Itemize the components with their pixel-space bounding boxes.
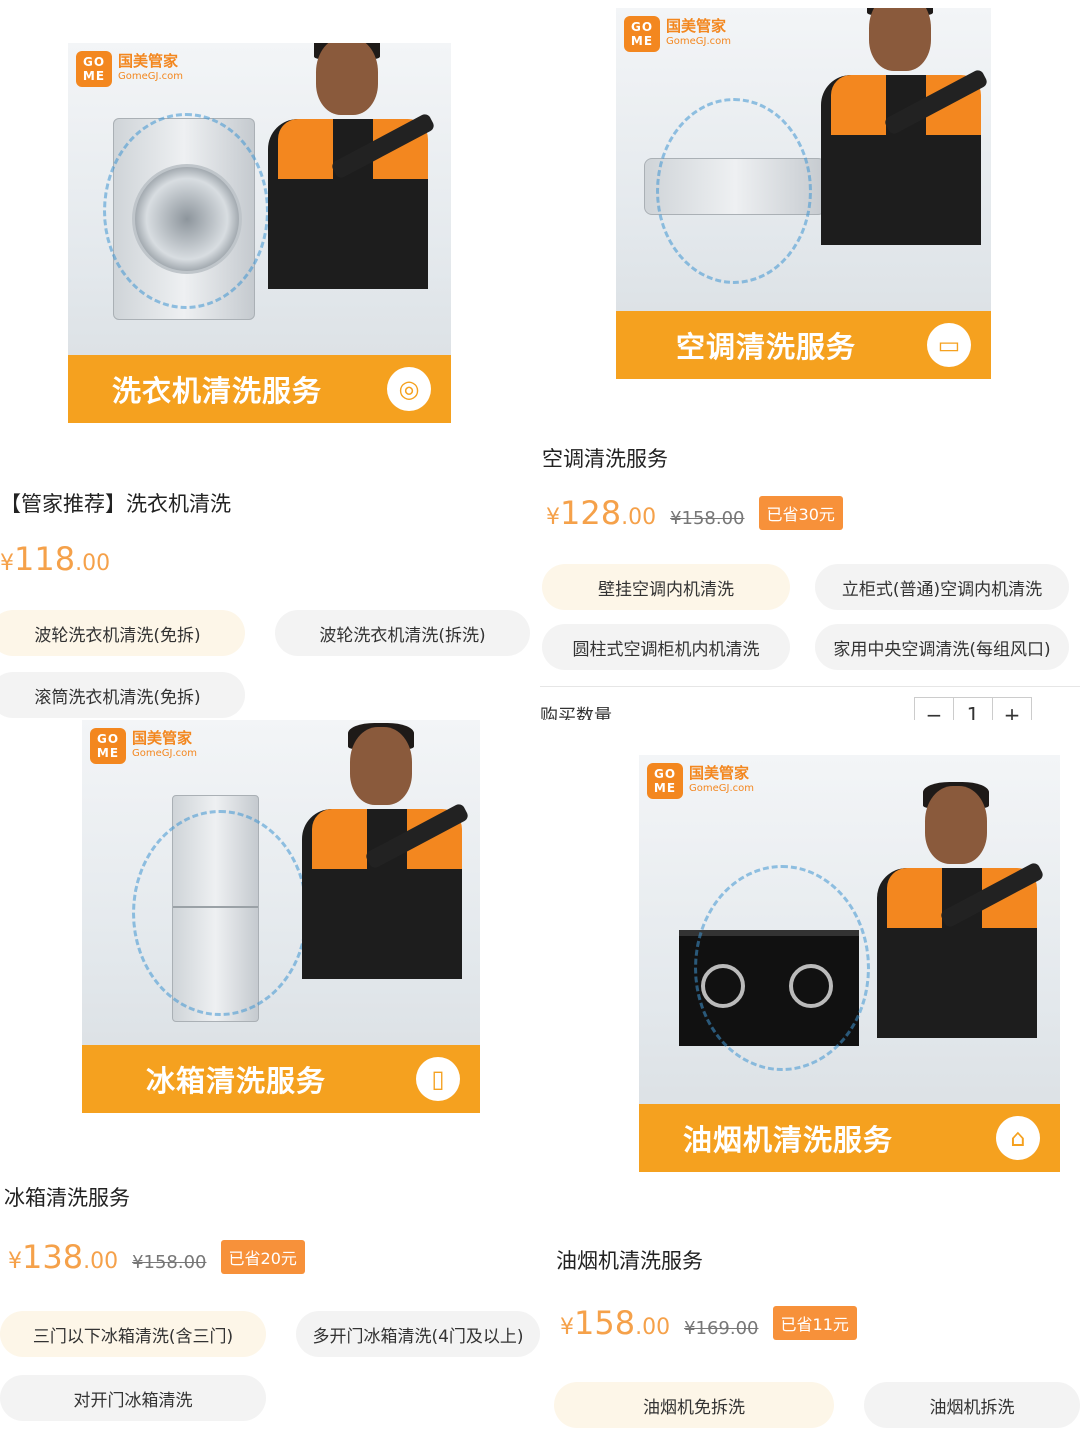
technician-figure bbox=[867, 782, 1047, 1038]
fridge-original-price: ¥158.00 bbox=[132, 1252, 207, 1273]
technician-figure bbox=[292, 723, 472, 979]
hood-price-row: ¥158.00 ¥169.00 已省11元 bbox=[560, 1304, 857, 1342]
washer-banner-image[interactable]: GO ME 国美管家 GomeGJ.com 洗衣机清洗服务 ◎ bbox=[68, 43, 451, 423]
fridge-option-2[interactable]: 对开门冰箱清洗 bbox=[0, 1375, 266, 1421]
fridge-banner-band: 冰箱清洗服务 ▯ bbox=[82, 1045, 480, 1113]
fridge-price-row: ¥138.00 ¥158.00 已省20元 bbox=[8, 1238, 305, 1276]
washer-option-0[interactable]: 波轮洗衣机清洗(免拆) bbox=[0, 610, 245, 656]
ac-option-1[interactable]: 立柜式(普通)空调内机清洗 bbox=[815, 564, 1069, 610]
washer-banner-title: 洗衣机清洗服务 bbox=[112, 374, 323, 408]
hood-banner-band: 油烟机清洗服务 ⌂ bbox=[639, 1104, 1060, 1172]
brand-logo: GO ME 国美管家 GomeGJ.com bbox=[624, 16, 731, 52]
washer-product-title: 【管家推荐】洗衣机清洗 bbox=[0, 492, 231, 516]
brand-badge: GO ME bbox=[624, 16, 660, 52]
brand-badge: GO ME bbox=[647, 763, 683, 799]
fridge-option-0[interactable]: 三门以下冰箱清洗(含三门) bbox=[0, 1311, 266, 1357]
ac-option-0[interactable]: 壁挂空调内机清洗 bbox=[542, 564, 790, 610]
brand-badge: GO ME bbox=[90, 728, 126, 764]
brand-name: 国美管家 bbox=[689, 764, 750, 782]
ac-banner-title: 空调清洗服务 bbox=[676, 330, 857, 364]
washer-icon: ◎ bbox=[387, 367, 431, 411]
hood-price: ¥158.00 bbox=[560, 1304, 671, 1342]
ac-banner-band: 空调清洗服务 ▭ bbox=[616, 311, 991, 379]
ac-quantity-stepper[interactable]: − 1 + bbox=[914, 697, 1032, 720]
washer-option-1[interactable]: 波轮洗衣机清洗(拆洗) bbox=[275, 610, 530, 656]
fridge-banner-image[interactable]: GO ME 国美管家 GomeGJ.com 冰箱清洗服务 ▯ bbox=[82, 720, 480, 1113]
brand-url: GomeGJ.com bbox=[666, 36, 731, 47]
hood-option-0[interactable]: 油烟机免拆洗 bbox=[554, 1382, 834, 1428]
brand-badge: GO ME bbox=[76, 51, 112, 87]
brand-logo: GO ME 国美管家 GomeGJ.com bbox=[90, 728, 197, 764]
washer-option-2[interactable]: 滚筒洗衣机清洗(免拆) bbox=[0, 672, 245, 718]
brand-url: GomeGJ.com bbox=[689, 783, 754, 794]
fridge-panel: GO ME 国美管家 GomeGJ.com 冰箱清洗服务 ▯ 冰箱清洗服务 ¥13… bbox=[0, 720, 540, 1439]
brand-name: 国美管家 bbox=[132, 729, 193, 747]
washer-price-row: ¥118.00 bbox=[0, 540, 110, 578]
ac-divider bbox=[540, 686, 1080, 687]
air-conditioner-icon: ▭ bbox=[927, 323, 971, 367]
hood-original-price: ¥169.00 bbox=[684, 1318, 759, 1339]
brand-name: 国美管家 bbox=[118, 52, 179, 70]
fridge-banner-title: 冰箱清洗服务 bbox=[146, 1064, 327, 1098]
ac-price: ¥128.00 bbox=[546, 494, 657, 532]
hood-product-title: 油烟机清洗服务 bbox=[556, 1249, 703, 1273]
hood-saved-badge: 已省11元 bbox=[772, 1306, 857, 1340]
technician-figure bbox=[811, 8, 991, 245]
ac-banner-image[interactable]: GO ME 国美管家 GomeGJ.com 空调清洗服务 ▭ bbox=[616, 8, 991, 379]
brand-name: 国美管家 bbox=[666, 17, 727, 35]
fridge-product-title: 冰箱清洗服务 bbox=[4, 1186, 130, 1210]
washer-panel: GO ME 国美管家 GomeGJ.com 洗衣机清洗服务 ◎ 【管家推荐】洗衣机… bbox=[0, 0, 540, 720]
water-splash bbox=[694, 865, 870, 1071]
water-splash bbox=[132, 810, 308, 1016]
hood-option-1[interactable]: 油烟机拆洗 bbox=[864, 1382, 1080, 1428]
fridge-price: ¥138.00 bbox=[8, 1238, 119, 1276]
washer-price: ¥118.00 bbox=[0, 540, 111, 578]
quantity-value[interactable]: 1 bbox=[954, 698, 993, 720]
hood-panel: GO ME 国美管家 GomeGJ.com 油烟机清洗服务 ⌂ 油烟机清洗服务 ¥… bbox=[540, 720, 1080, 1439]
washer-scene bbox=[68, 43, 451, 355]
fridge-icon: ▯ bbox=[416, 1057, 460, 1101]
brand-logo: GO ME 国美管家 GomeGJ.com bbox=[76, 51, 183, 87]
brand-logo: GO ME 国美管家 GomeGJ.com bbox=[647, 763, 754, 799]
ac-product-title: 空调清洗服务 bbox=[542, 447, 668, 471]
fridge-scene bbox=[82, 720, 480, 1045]
brand-url: GomeGJ.com bbox=[132, 748, 197, 759]
ac-original-price: ¥158.00 bbox=[670, 508, 745, 529]
hood-scene bbox=[639, 755, 1060, 1104]
ac-option-2[interactable]: 圆柱式空调柜机内机清洗 bbox=[542, 624, 790, 670]
ac-quantity-label: 购买数量 bbox=[540, 706, 612, 720]
ac-price-row: ¥128.00 ¥158.00 已省30元 bbox=[546, 494, 843, 532]
minus-button[interactable]: − bbox=[915, 698, 954, 720]
brand-url: GomeGJ.com bbox=[118, 71, 183, 82]
water-splash bbox=[656, 98, 812, 284]
technician-figure bbox=[258, 43, 438, 289]
plus-button[interactable]: + bbox=[993, 698, 1031, 720]
hood-banner-title: 油烟机清洗服务 bbox=[683, 1123, 894, 1157]
range-hood-icon: ⌂ bbox=[996, 1116, 1040, 1160]
water-splash bbox=[103, 113, 269, 309]
hood-banner-image[interactable]: GO ME 国美管家 GomeGJ.com 油烟机清洗服务 ⌂ bbox=[639, 755, 1060, 1172]
ac-saved-badge: 已省30元 bbox=[758, 496, 843, 530]
fridge-saved-badge: 已省20元 bbox=[220, 1240, 305, 1274]
ac-scene bbox=[616, 8, 991, 311]
fridge-option-1[interactable]: 多开门冰箱清洗(4门及以上) bbox=[296, 1311, 540, 1357]
ac-option-3[interactable]: 家用中央空调清洗(每组风口) bbox=[815, 624, 1069, 670]
ac-panel: GO ME 国美管家 GomeGJ.com 空调清洗服务 ▭ 空调清洗服务 ¥12… bbox=[540, 0, 1080, 720]
washer-banner-band: 洗衣机清洗服务 ◎ bbox=[68, 355, 451, 423]
